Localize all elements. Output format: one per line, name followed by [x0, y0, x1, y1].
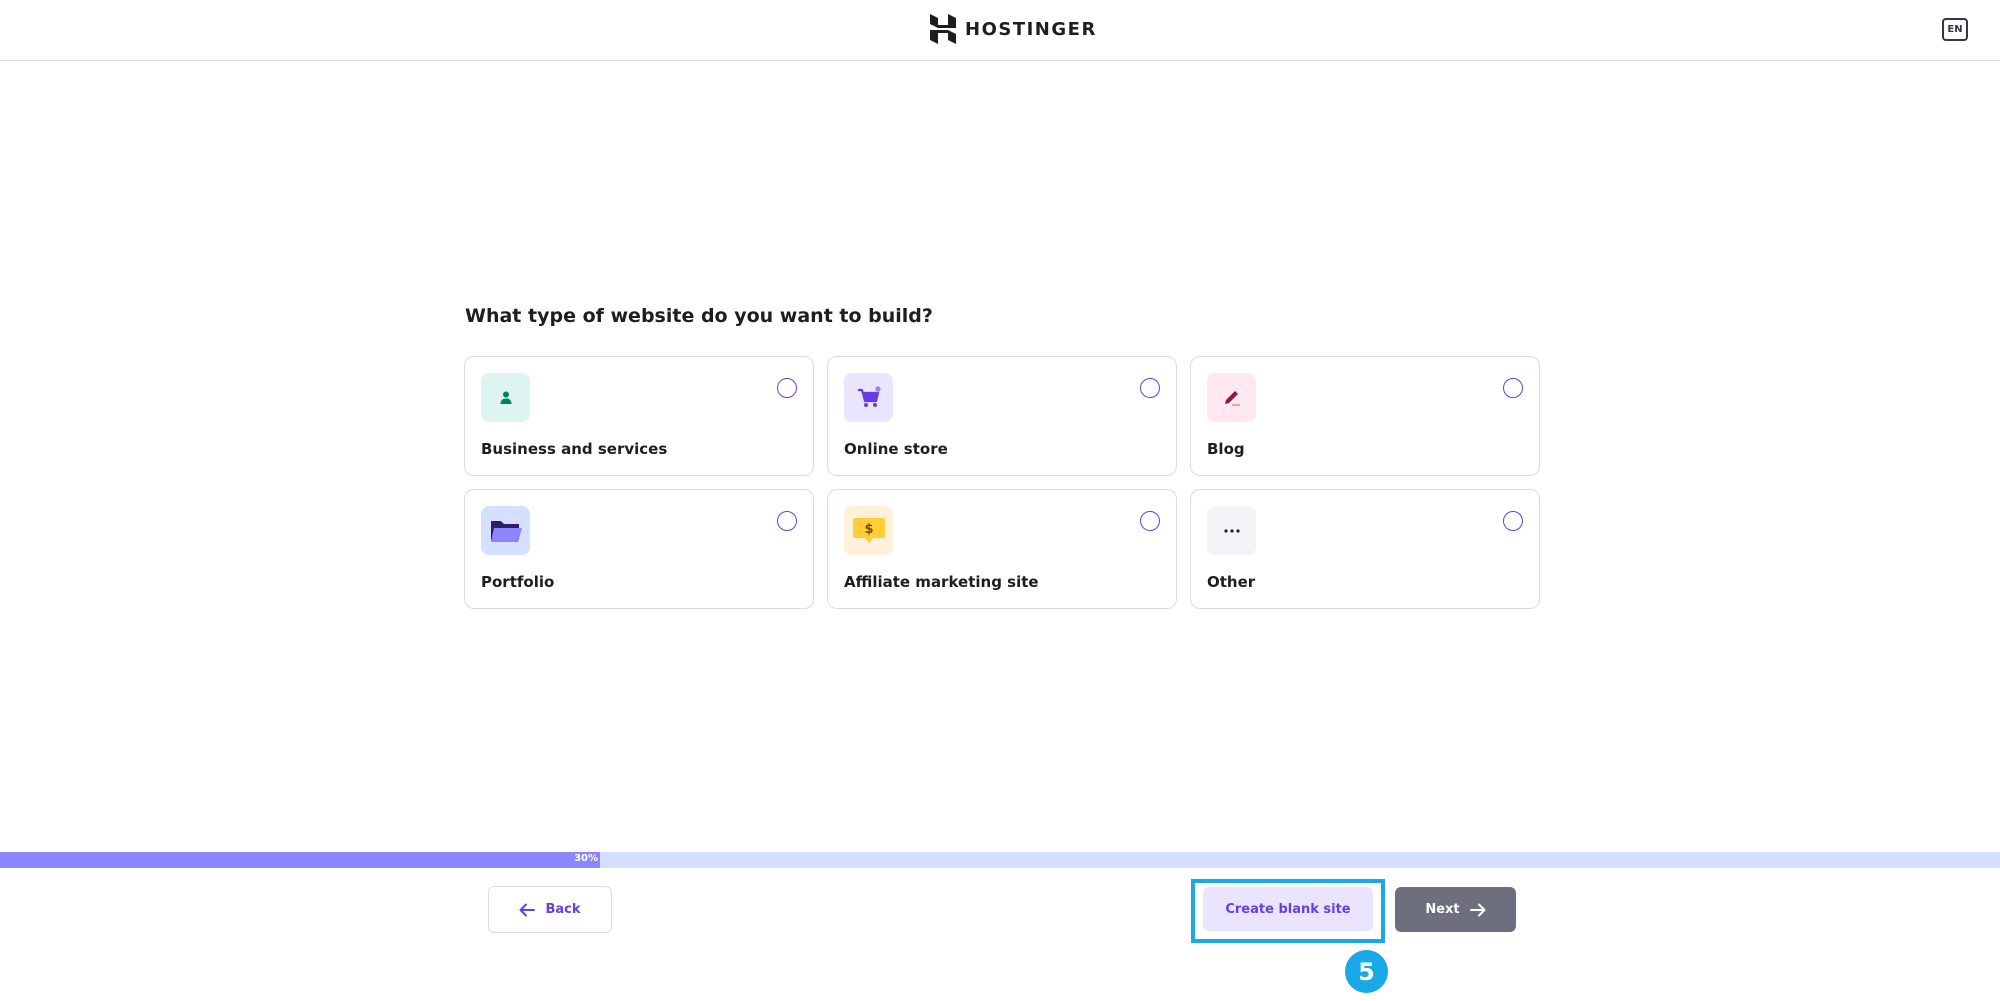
option-online-store[interactable]: Online store — [827, 356, 1177, 476]
hostinger-logo-icon — [930, 14, 956, 44]
progress-fill: 30% — [0, 852, 600, 868]
option-other[interactable]: Other — [1190, 489, 1540, 609]
step-number-badge: 5 — [1345, 950, 1388, 993]
option-radio[interactable] — [777, 511, 797, 531]
next-button-label: Next — [1425, 902, 1460, 917]
option-label: Online store — [844, 440, 948, 458]
progress-label: 30% — [574, 853, 598, 864]
option-radio[interactable] — [1503, 511, 1523, 531]
arrow-right-icon — [1469, 903, 1486, 916]
option-radio[interactable] — [1140, 511, 1160, 531]
option-label: Affiliate marketing site — [844, 573, 1039, 591]
pen-icon — [1207, 373, 1256, 422]
svg-text:$: $ — [864, 522, 873, 537]
top-header: HOSTINGER EN — [0, 0, 2000, 61]
dollar-chat-icon: $ — [844, 506, 893, 555]
option-radio[interactable] — [1503, 378, 1523, 398]
option-affiliate-marketing-site[interactable]: $ Affiliate marketing site — [827, 489, 1177, 609]
option-portfolio[interactable]: Portfolio — [464, 489, 814, 609]
option-blog[interactable]: Blog — [1190, 356, 1540, 476]
option-radio[interactable] — [777, 378, 797, 398]
option-label: Other — [1207, 573, 1256, 591]
person-icon — [481, 373, 530, 422]
more-dots-icon — [1207, 506, 1256, 555]
cart-icon — [844, 373, 893, 422]
website-type-options: Business and services Online store Blog — [464, 356, 1540, 609]
option-label: Blog — [1207, 440, 1245, 458]
option-label: Portfolio — [481, 573, 555, 591]
create-blank-site-button[interactable]: Create blank site — [1203, 887, 1373, 931]
progress-bar: 30% — [0, 852, 2000, 868]
option-radio[interactable] — [1140, 378, 1160, 398]
folder-icon — [481, 506, 530, 555]
create-blank-site-label: Create blank site — [1225, 901, 1351, 917]
option-business-and-services[interactable]: Business and services — [464, 356, 814, 476]
hostinger-logo[interactable]: HOSTINGER — [930, 14, 1097, 44]
brand-name: HOSTINGER — [965, 18, 1097, 40]
option-label: Business and services — [481, 440, 668, 458]
back-button-label: Back — [545, 902, 581, 917]
next-button[interactable]: Next — [1395, 887, 1516, 932]
page-question: What type of website do you want to buil… — [465, 305, 933, 327]
arrow-left-icon — [519, 903, 536, 916]
language-selector[interactable]: EN — [1942, 18, 1968, 41]
back-button[interactable]: Back — [488, 886, 612, 933]
